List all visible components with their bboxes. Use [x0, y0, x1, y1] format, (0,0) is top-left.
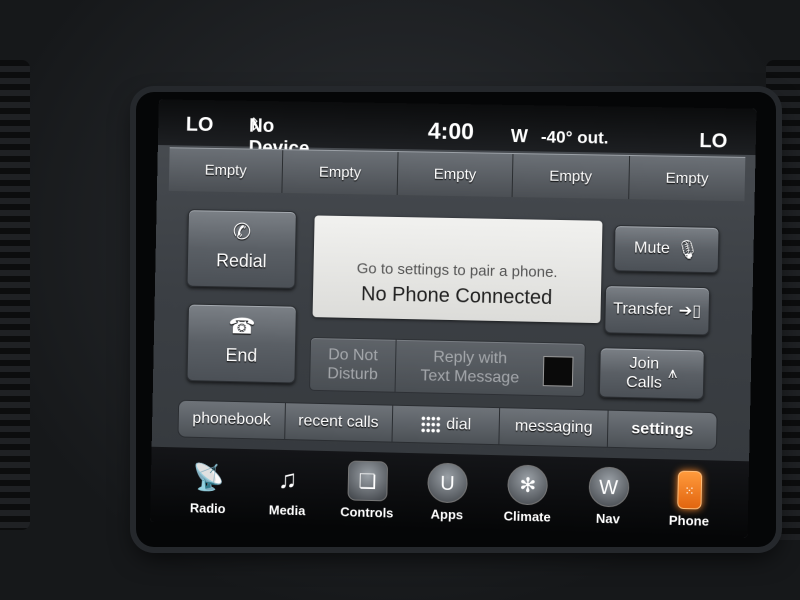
reply-label-line2: Text Message	[420, 367, 520, 387]
climate-fan-icon: ✻	[507, 464, 549, 506]
outside-temp: -40° out.	[540, 127, 609, 148]
mute-mic-icon: 🎙	[675, 238, 700, 260]
transfer-arrow-icon: ➔▯	[678, 302, 702, 321]
air-vent-left	[0, 60, 30, 530]
apps-icon: U	[427, 462, 468, 504]
tab-messaging-label: messaging	[514, 417, 593, 437]
tab-settings-label: settings	[631, 420, 694, 439]
join-label-line2: Calls	[625, 373, 663, 392]
nav-nav-label: Nav	[595, 510, 621, 527]
clock: 4:00	[427, 117, 475, 145]
nav-controls[interactable]: ❏ Controls	[332, 460, 403, 521]
nav-phone-label: Phone	[668, 512, 710, 529]
nav-apps[interactable]: U Apps	[412, 462, 483, 523]
reply-text-checkbox[interactable]	[542, 356, 574, 387]
favorite-slot-5[interactable]: Empty	[629, 156, 746, 201]
nav-nav[interactable]: W Nav	[573, 466, 645, 527]
reply-label-line1: Reply with	[433, 348, 508, 368]
favorite-slot-2[interactable]: Empty	[282, 150, 399, 196]
tab-phonebook-label: phonebook	[192, 409, 271, 429]
status-bar: LO ᛒNo Device 4:00 W -40° out. LO	[157, 99, 757, 160]
join-label-line1: Join	[629, 354, 660, 373]
no-phone-message: No Phone Connected	[360, 283, 553, 310]
nav-radio[interactable]: 📡 Radio	[173, 456, 243, 517]
dialpad-icon	[420, 415, 441, 434]
tab-messaging[interactable]: messaging	[499, 408, 609, 447]
hang-up-icon: ☎	[228, 313, 256, 339]
infotainment-screen: LO ᛒNo Device 4:00 W -40° out. LO Empty …	[150, 99, 757, 538]
dnd-label-line2: Disturb	[327, 365, 378, 384]
favorite-slot-3[interactable]: Empty	[397, 152, 514, 198]
transfer-label: Transfer	[612, 300, 673, 320]
tab-recent-calls-label: recent calls	[298, 412, 379, 432]
nav-phone[interactable]: ⁙ Phone	[653, 470, 725, 529]
tab-dial-label: dial	[446, 415, 472, 434]
tab-phonebook[interactable]: phonebook	[178, 400, 286, 440]
join-calls-icon: ⩚	[667, 364, 678, 383]
dnd-label-line1: Do Not	[328, 346, 378, 365]
favorite-slot-4[interactable]: Empty	[512, 154, 630, 200]
redial-button[interactable]: ✆ Redial	[186, 209, 297, 289]
nav-controls-label: Controls	[340, 504, 394, 521]
radio-tower-icon: 📡	[192, 461, 225, 493]
favorites-bar: Empty Empty Empty Empty Empty	[168, 147, 746, 202]
main-nav-bar: 📡 Radio ♫ Media ❏ Controls U Apps ✻ Clim…	[150, 446, 750, 538]
compass-heading: W	[510, 125, 529, 147]
compass-nav-icon: W	[588, 466, 630, 508]
tab-settings[interactable]: settings	[608, 411, 717, 450]
driver-temp[interactable]: LO	[186, 114, 214, 137]
mute-button[interactable]: Mute 🎙	[613, 225, 720, 274]
media-player-icon: ♫	[277, 463, 298, 495]
join-calls-button[interactable]: Join Calls ⩚	[598, 347, 705, 400]
phone-tab-bar: phonebook recent calls dial messaging se…	[177, 399, 718, 451]
nav-media-label: Media	[268, 502, 306, 519]
nav-apps-label: Apps	[430, 506, 464, 523]
nav-climate[interactable]: ✻ Climate	[492, 464, 563, 525]
tab-dial[interactable]: dial	[392, 405, 501, 445]
nav-media[interactable]: ♫ Media	[252, 458, 323, 518]
transfer-button[interactable]: Transfer ➔▯	[604, 285, 711, 336]
nav-climate-label: Climate	[503, 508, 551, 525]
mute-label: Mute	[633, 239, 671, 258]
pair-hint: Go to settings to pair a phone.	[356, 260, 558, 282]
end-label: End	[225, 345, 258, 366]
end-call-button[interactable]: ☎ End	[186, 303, 297, 384]
phone-handset-icon: ✆	[232, 218, 252, 245]
tab-recent-calls[interactable]: recent calls	[284, 403, 393, 442]
phone-status-message: Go to settings to pair a phone. No Phone…	[312, 215, 603, 324]
favorite-slot-1[interactable]: Empty	[168, 148, 284, 193]
redial-label: Redial	[215, 250, 267, 272]
phone-icon: ⁙	[677, 470, 703, 510]
do-not-disturb-button[interactable]: Do Not Disturb	[310, 337, 397, 392]
passenger-temp[interactable]: LO	[699, 130, 728, 154]
nav-radio-label: Radio	[189, 500, 226, 517]
controls-seat-icon: ❏	[347, 460, 388, 502]
